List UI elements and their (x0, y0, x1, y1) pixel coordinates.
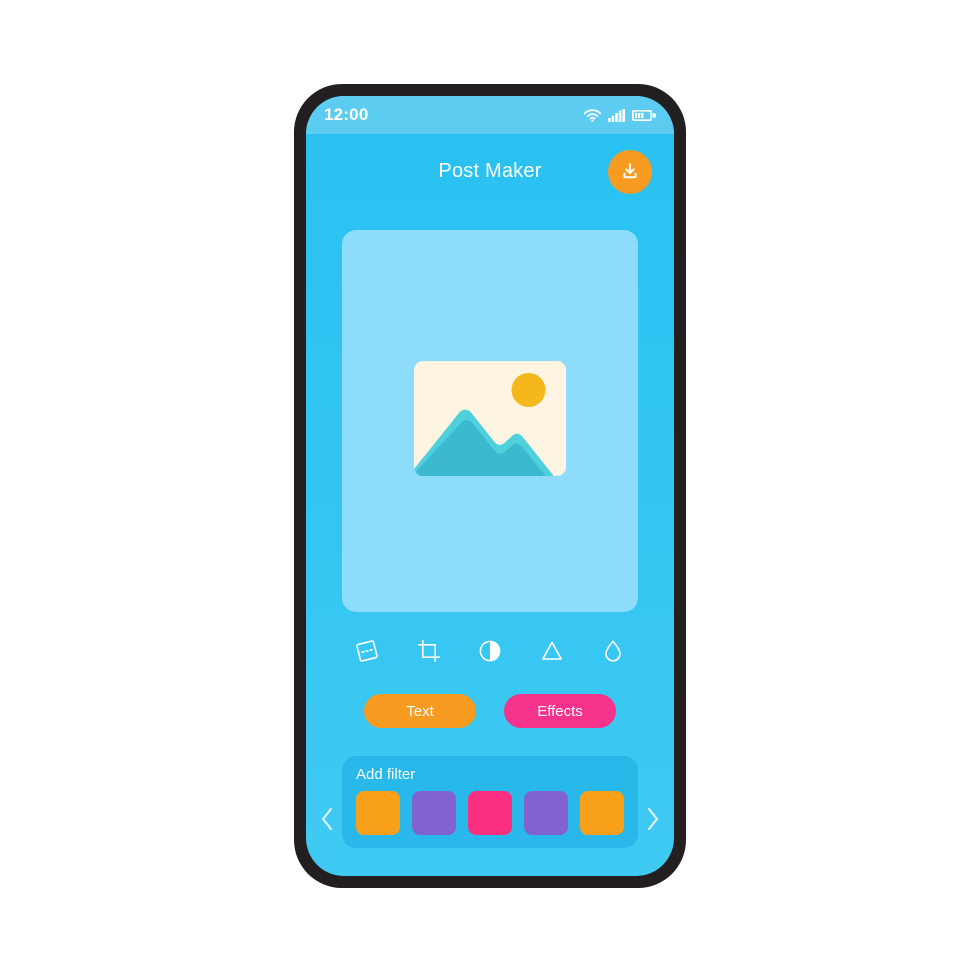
battery-icon (632, 109, 656, 122)
status-bar: 12:00 (306, 96, 674, 134)
chevron-left-icon[interactable] (316, 804, 338, 834)
tool-icon-row (342, 634, 638, 668)
phone-screen: 12:00 Post Maker Text Effects Add filter (306, 96, 674, 876)
wifi-icon (584, 108, 601, 122)
effects-button[interactable]: Effects (504, 694, 616, 728)
add-filter-panel: Add filter (342, 756, 638, 848)
status-bar-clock: 12:00 (324, 105, 369, 124)
add-filter-label: Add filter (356, 766, 416, 783)
image-preview-canvas[interactable] (342, 230, 638, 612)
phone-frame: 12:00 Post Maker Text Effects Add filter (294, 84, 686, 888)
download-icon (619, 160, 641, 185)
sharpen-tool-icon[interactable] (535, 634, 569, 668)
crop-tool-icon[interactable] (412, 634, 446, 668)
cellular-signal-icon (608, 108, 625, 122)
app-header: Post Maker (306, 134, 674, 212)
filter-swatch-4[interactable] (524, 791, 568, 835)
action-button-row: Text Effects (342, 694, 638, 728)
filter-swatch-5[interactable] (580, 791, 624, 835)
filter-swatch-row (356, 791, 624, 835)
filter-swatch-1[interactable] (356, 791, 400, 835)
chevron-right-icon[interactable] (642, 804, 664, 834)
filter-swatch-3[interactable] (468, 791, 512, 835)
download-button[interactable] (608, 150, 652, 194)
image-placeholder-icon (414, 361, 566, 481)
blur-tool-icon[interactable] (596, 634, 630, 668)
status-bar-icons (584, 108, 656, 122)
text-button[interactable]: Text (364, 694, 476, 728)
screenshot-stage: 12:00 Post Maker Text Effects Add filter (0, 0, 980, 980)
perspective-tool-icon[interactable] (350, 634, 384, 668)
contrast-tool-icon[interactable] (473, 634, 507, 668)
filter-swatch-2[interactable] (412, 791, 456, 835)
